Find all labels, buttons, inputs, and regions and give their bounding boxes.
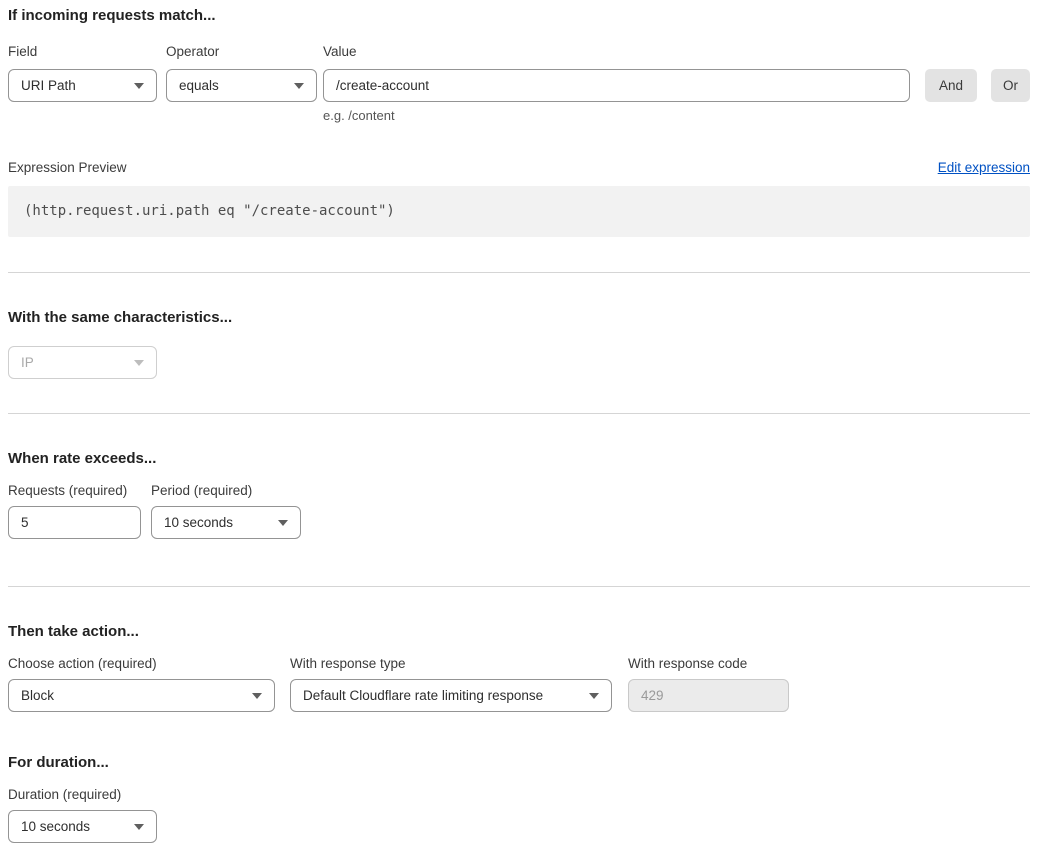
logic-buttons: And Or (925, 69, 1030, 102)
chevron-down-icon (294, 83, 304, 89)
section-divider (8, 272, 1030, 273)
period-dropdown[interactable]: 10 seconds (151, 506, 301, 539)
rate-section: When rate exceeds... Requests (required)… (8, 450, 1030, 539)
chevron-down-icon (589, 693, 599, 699)
action-section: Then take action... Choose action (requi… (8, 623, 1030, 712)
field-group: Field URI Path (8, 44, 157, 102)
action-row: Choose action (required) Block With resp… (8, 656, 1030, 712)
characteristics-section: With the same characteristics... IP (8, 309, 1030, 379)
chevron-down-icon (252, 693, 262, 699)
expression-preview-label: Expression Preview (8, 160, 127, 175)
field-dropdown-value: URI Path (21, 78, 76, 93)
match-condition-row: Field URI Path Operator equals Value e.g… (8, 44, 1030, 123)
period-group: Period (required) 10 seconds (151, 483, 301, 539)
duration-heading: For duration... (8, 754, 1030, 771)
duration-dropdown-value: 10 seconds (21, 819, 90, 834)
value-label: Value (323, 44, 910, 59)
match-section: If incoming requests match... Field URI … (8, 7, 1030, 237)
requests-label: Requests (required) (8, 483, 141, 498)
duration-label: Duration (required) (8, 787, 1030, 802)
expression-preview-code: (http.request.uri.path eq "/create-accou… (8, 186, 1030, 237)
field-dropdown[interactable]: URI Path (8, 69, 157, 102)
chevron-down-icon (134, 824, 144, 830)
response-type-label: With response type (290, 656, 612, 671)
operator-dropdown[interactable]: equals (166, 69, 317, 102)
response-code-label: With response code (628, 656, 789, 671)
or-button[interactable]: Or (991, 69, 1030, 102)
choose-action-dropdown[interactable]: Block (8, 679, 275, 712)
and-button[interactable]: And (925, 69, 977, 102)
expression-preview-header: Expression Preview Edit expression (8, 160, 1030, 175)
period-dropdown-value: 10 seconds (164, 515, 233, 530)
action-heading: Then take action... (8, 623, 1030, 640)
operator-label: Operator (166, 44, 317, 59)
duration-dropdown[interactable]: 10 seconds (8, 810, 157, 843)
value-group: Value e.g. /content (323, 44, 910, 123)
operator-dropdown-value: equals (179, 78, 219, 93)
choose-action-label: Choose action (required) (8, 656, 275, 671)
value-input[interactable] (323, 69, 910, 102)
duration-section: For duration... Duration (required) 10 s… (8, 754, 1030, 843)
characteristic-dropdown-value: IP (21, 355, 34, 370)
response-code-input (628, 679, 789, 712)
response-code-group: With response code (628, 656, 789, 712)
period-label: Period (required) (151, 483, 301, 498)
rate-heading: When rate exceeds... (8, 450, 1030, 467)
characteristics-heading: With the same characteristics... (8, 309, 1030, 326)
characteristic-dropdown: IP (8, 346, 157, 379)
value-helper-text: e.g. /content (323, 108, 910, 123)
rate-row: Requests (required) Period (required) 10… (8, 483, 1030, 539)
edit-expression-link[interactable]: Edit expression (938, 160, 1030, 175)
chevron-down-icon (134, 360, 144, 366)
match-heading: If incoming requests match... (8, 7, 1030, 24)
requests-input[interactable] (8, 506, 141, 539)
chevron-down-icon (278, 520, 288, 526)
response-type-dropdown[interactable]: Default Cloudflare rate limiting respons… (290, 679, 612, 712)
requests-group: Requests (required) (8, 483, 141, 539)
choose-action-dropdown-value: Block (21, 688, 54, 703)
section-divider (8, 586, 1030, 587)
chevron-down-icon (134, 83, 144, 89)
choose-action-group: Choose action (required) Block (8, 656, 275, 712)
response-type-dropdown-value: Default Cloudflare rate limiting respons… (303, 688, 543, 703)
field-label: Field (8, 44, 157, 59)
response-type-group: With response type Default Cloudflare ra… (290, 656, 612, 712)
operator-group: Operator equals (166, 44, 317, 102)
section-divider (8, 413, 1030, 414)
